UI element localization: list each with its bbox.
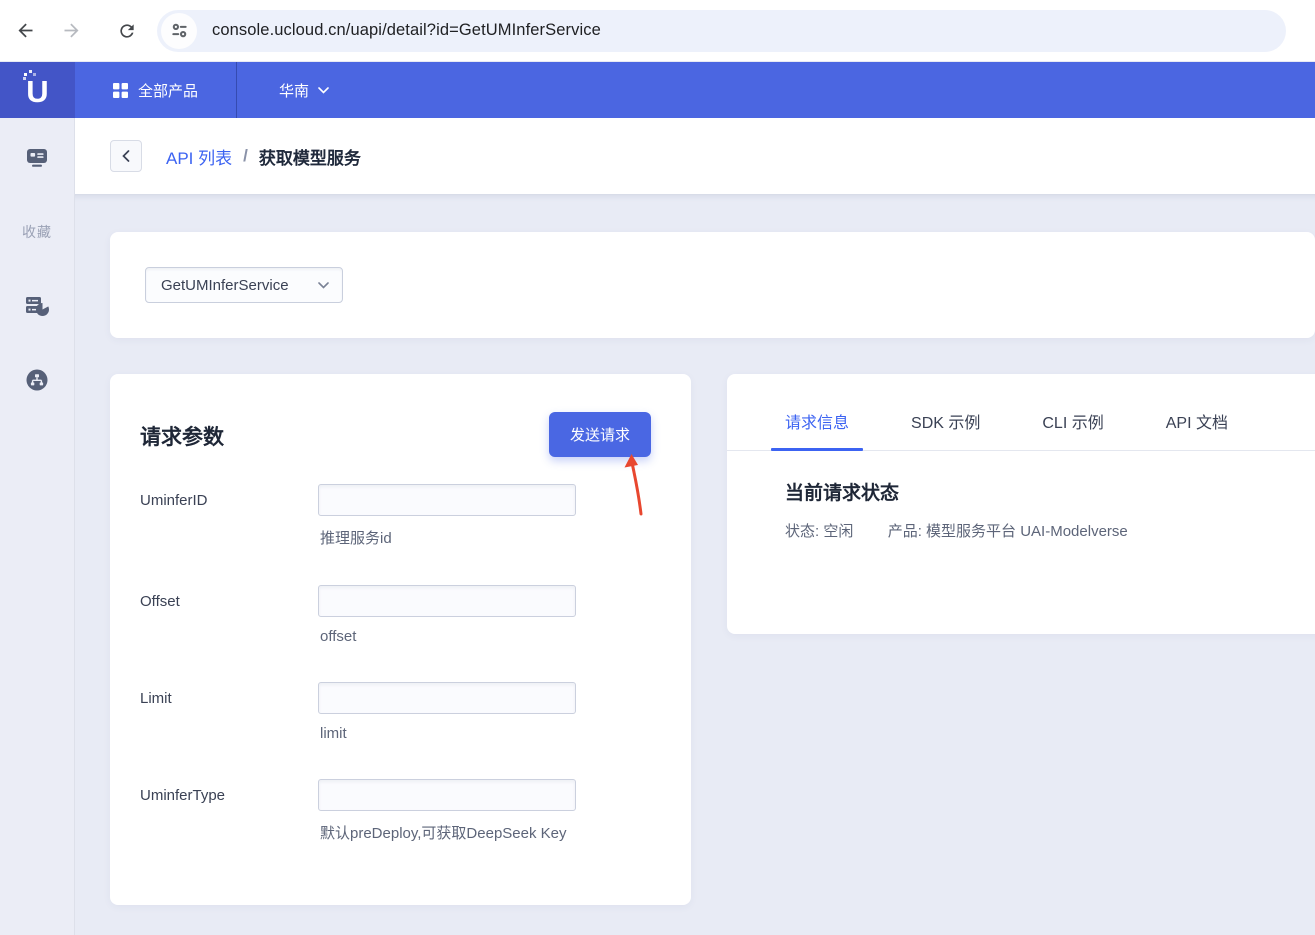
main-area: API 列表 / 获取模型服务 GetUMInferService 请求参数 发…: [75, 118, 1315, 935]
tab-api-doc[interactable]: API 文档: [1152, 409, 1242, 450]
field-help: 默认preDeploy,可获取DeepSeek Key: [318, 822, 576, 843]
info-tabs: 请求信息 SDK 示例 CLI 示例 API 文档: [727, 409, 1315, 451]
tab-sdk-example[interactable]: SDK 示例: [897, 409, 994, 450]
request-params-title: 请求参数: [140, 421, 224, 451]
chevron-down-icon: [318, 87, 329, 94]
field-label: Limit: [140, 682, 318, 707]
product-value: 模型服务平台 UAI-Modelverse: [926, 523, 1128, 540]
page-title: 获取模型服务: [259, 144, 361, 169]
sidebar-item-resources[interactable]: [24, 293, 50, 319]
cards-row: 请求参数 发送请求 UminferID 推理服务id: [110, 374, 1315, 905]
tab-request-info[interactable]: 请求信息: [771, 409, 863, 450]
page-back-button[interactable]: [110, 140, 142, 172]
status-label: 状态:: [785, 523, 819, 540]
arrow-right-icon: [61, 20, 82, 41]
field-row-offset: Offset offset: [140, 585, 651, 682]
browser-reload-button[interactable]: [110, 14, 144, 48]
offset-input[interactable]: [318, 585, 576, 617]
field-row-limit: Limit limit: [140, 682, 651, 779]
favorites-label: 收藏: [22, 222, 52, 242]
send-request-button[interactable]: 发送请求: [549, 412, 651, 457]
ucloud-logo[interactable]: U: [0, 62, 75, 118]
field-row-uminfertype: UminferType 默认preDeploy,可获取DeepSeek Key: [140, 779, 651, 880]
breadcrumb: API 列表 / 获取模型服务: [166, 144, 361, 169]
page-body: 收藏: [0, 118, 1315, 935]
region-label: 华南: [279, 80, 309, 101]
field-label: Offset: [140, 585, 318, 610]
browser-forward-button[interactable]: [54, 14, 88, 48]
browser-back-button[interactable]: [8, 14, 42, 48]
limit-input[interactable]: [318, 682, 576, 714]
all-products-label: 全部产品: [138, 80, 198, 101]
org-circle-icon: [24, 367, 50, 393]
status-line: 状态: 空闲 产品: 模型服务平台 UAI-Modelverse: [785, 520, 1315, 541]
sidebar-item-structure[interactable]: [24, 367, 50, 393]
api-selector-card: GetUMInferService: [110, 232, 1315, 338]
current-request-status-title: 当前请求状态: [785, 478, 1315, 505]
sidebar-item-console[interactable]: [24, 145, 50, 171]
url-text: console.ucloud.cn/uapi/detail?id=GetUMIn…: [212, 21, 601, 40]
site-settings-button[interactable]: [161, 13, 197, 49]
api-select-value: GetUMInferService: [161, 277, 289, 294]
field-help: limit: [318, 725, 576, 742]
sidebar-item-favorites[interactable]: 收藏: [22, 219, 52, 245]
all-products-button[interactable]: 全部产品: [75, 62, 236, 118]
field-label: UminferID: [140, 484, 318, 509]
field-label: UminferType: [140, 779, 318, 804]
sidebar: 收藏: [0, 118, 75, 935]
browser-chrome: console.ucloud.cn/uapi/detail?id=GetUMIn…: [0, 0, 1315, 62]
request-form: UminferID 推理服务id Offset offset: [140, 484, 651, 880]
chevron-down-icon: [318, 282, 329, 289]
api-select-dropdown[interactable]: GetUMInferService: [145, 267, 343, 303]
chevron-left-icon: [122, 150, 130, 162]
content-area: GetUMInferService 请求参数 发送请求: [75, 194, 1315, 935]
logo-pixels: [24, 73, 27, 76]
tune-toggles-icon: [171, 22, 188, 39]
top-nav-bar: 全部产品 华南: [75, 62, 1315, 118]
field-row-uminferid: UminferID 推理服务id: [140, 484, 651, 585]
console-display-icon: [24, 145, 50, 171]
product-label: 产品:: [888, 523, 922, 540]
request-params-card: 请求参数 发送请求 UminferID 推理服务id: [110, 374, 691, 905]
field-help: offset: [318, 628, 576, 645]
request-info-card: 请求信息 SDK 示例 CLI 示例 API 文档 当前请求状态 状态: 空闲 …: [727, 374, 1315, 634]
breadcrumb-separator: /: [243, 146, 248, 166]
tab-cli-example[interactable]: CLI 示例: [1028, 409, 1117, 450]
server-pie-icon: [24, 293, 50, 319]
breadcrumb-api-list-link[interactable]: API 列表: [166, 144, 232, 169]
status-value: 空闲: [823, 523, 853, 540]
region-selector[interactable]: 华南: [237, 62, 371, 118]
uminfertype-input[interactable]: [318, 779, 576, 811]
url-bar[interactable]: console.ucloud.cn/uapi/detail?id=GetUMIn…: [157, 10, 1286, 52]
field-help: 推理服务id: [318, 527, 576, 548]
top-nav: U 全部产品 华南: [0, 62, 1315, 118]
logo-letter: U: [26, 76, 48, 107]
grid-icon: [113, 83, 128, 98]
refresh-icon: [117, 21, 137, 41]
uminferid-input[interactable]: [318, 484, 576, 516]
arrow-left-icon: [15, 20, 36, 41]
page-header: API 列表 / 获取模型服务: [75, 118, 1315, 194]
